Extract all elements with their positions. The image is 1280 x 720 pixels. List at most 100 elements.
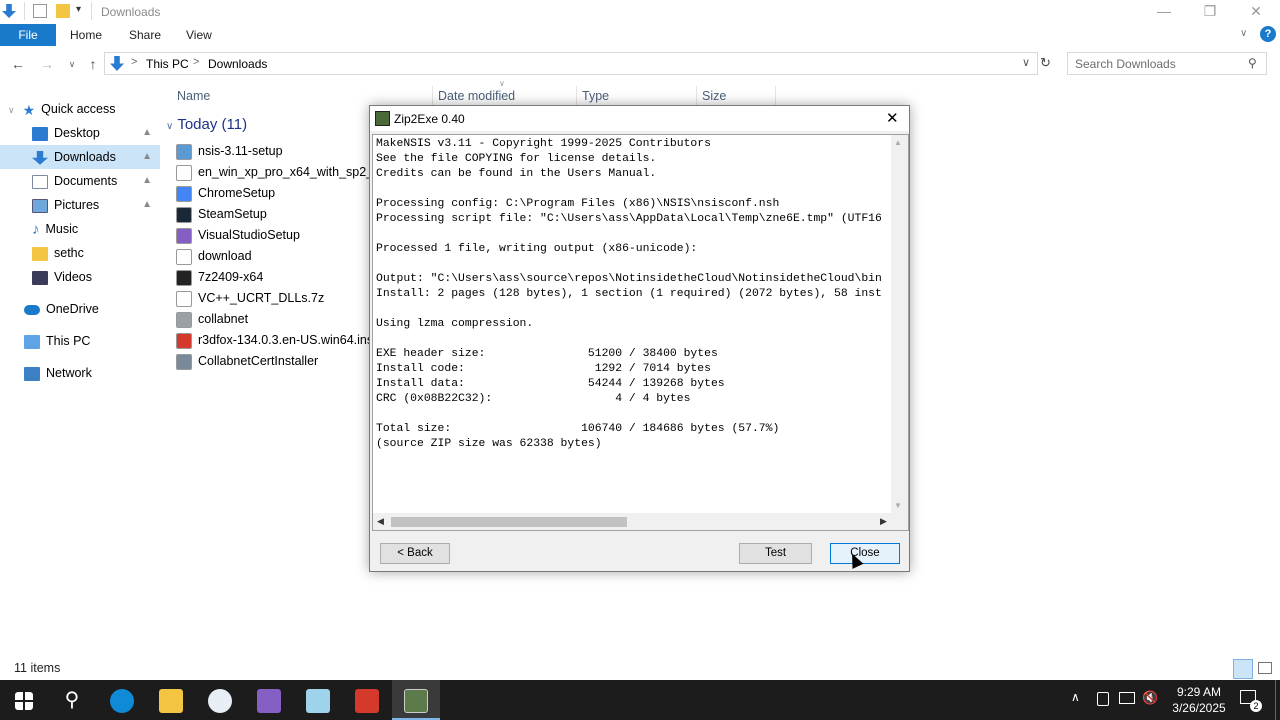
sidebar-item-network[interactable]: Network bbox=[0, 361, 160, 385]
file-row[interactable]: SteamSetup bbox=[176, 204, 370, 225]
file-row[interactable]: VisualStudioSetup bbox=[176, 225, 370, 246]
maximize-button[interactable]: ❐ bbox=[1187, 0, 1233, 24]
help-icon[interactable]: ? bbox=[1260, 26, 1276, 42]
forward-arrow-icon[interactable]: → bbox=[37, 54, 57, 74]
address-bar[interactable]: > This PC > Downloads ∨ bbox=[104, 52, 1038, 75]
edge-taskbar-button[interactable] bbox=[98, 680, 146, 720]
search-icon[interactable]: ⚲ bbox=[1248, 56, 1257, 70]
computer-icon bbox=[24, 334, 40, 349]
file-row[interactable]: VC++_UCRT_DLLs.7z bbox=[176, 288, 370, 309]
notepad-icon bbox=[306, 688, 330, 713]
close-button[interactable]: Close bbox=[830, 543, 900, 564]
vertical-scrollbar[interactable]: ▲ ▼ bbox=[891, 135, 908, 513]
search-input[interactable]: Search Downloads bbox=[1075, 57, 1176, 71]
steam-taskbar-button[interactable] bbox=[196, 680, 244, 720]
column-date-modified[interactable]: Date modified bbox=[438, 86, 515, 106]
start-button[interactable] bbox=[0, 680, 48, 720]
search-icon: ⚲ bbox=[64, 689, 80, 711]
desktop-icon bbox=[32, 126, 48, 141]
customize-qat-icon[interactable]: ▾ bbox=[76, 4, 81, 15]
minimize-button[interactable]: — bbox=[1141, 0, 1187, 24]
details-view-icon[interactable] bbox=[1233, 659, 1253, 679]
address-dropdown-icon[interactable]: ∨ bbox=[1022, 56, 1030, 69]
expand-ribbon-icon[interactable]: ∨ bbox=[1240, 28, 1247, 39]
scroll-up-icon[interactable]: ▲ bbox=[894, 138, 902, 147]
sidebar-item-music[interactable]: ♪ Music bbox=[0, 217, 160, 241]
volume-muted-icon[interactable]: 🔇 bbox=[1142, 690, 1158, 706]
dialog-close-icon[interactable]: ✕ bbox=[886, 109, 899, 127]
scroll-left-icon[interactable]: ◀ bbox=[377, 516, 384, 527]
sidebar-item-desktop[interactable]: Desktop ▲ bbox=[0, 121, 160, 145]
sidebar-item-this-pc[interactable]: This PC bbox=[0, 329, 160, 353]
collapse-chevron-icon[interactable]: ∨ bbox=[166, 121, 173, 132]
system-clock[interactable]: 9:29 AM 3/26/2025 bbox=[1164, 684, 1234, 716]
column-divider[interactable] bbox=[775, 86, 776, 106]
test-button[interactable]: Test bbox=[739, 543, 812, 564]
scroll-down-icon[interactable]: ▼ bbox=[894, 501, 902, 510]
properties-icon[interactable] bbox=[33, 4, 47, 18]
tab-home[interactable]: Home bbox=[60, 24, 112, 46]
horizontal-scrollbar[interactable]: ◀ ▶ bbox=[373, 513, 908, 530]
search-taskbar-button[interactable]: ⚲ bbox=[48, 680, 96, 720]
notepad-taskbar-button[interactable] bbox=[294, 680, 342, 720]
scroll-right-icon[interactable]: ▶ bbox=[880, 516, 887, 527]
sidebar-item-videos[interactable]: Videos bbox=[0, 265, 160, 289]
r3dfox-taskbar-button[interactable] bbox=[343, 680, 391, 720]
output-log[interactable]: MakeNSIS v3.11 - Copyright 1999-2025 Con… bbox=[372, 134, 909, 531]
breadcrumb-this-pc[interactable]: This PC bbox=[146, 57, 189, 71]
sidebar-item-onedrive[interactable]: OneDrive bbox=[0, 297, 160, 321]
file-row[interactable]: en_win_xp_pro_x64_with_sp2_vl_ bbox=[176, 162, 370, 183]
file-explorer-icon bbox=[159, 688, 183, 713]
breadcrumb-downloads[interactable]: Downloads bbox=[208, 57, 267, 71]
expand-chevron-icon[interactable]: ∨ bbox=[8, 105, 15, 115]
column-type[interactable]: Type bbox=[582, 86, 609, 106]
file-row[interactable]: nsis-3.11-setup bbox=[176, 141, 370, 162]
network-icon bbox=[24, 366, 40, 381]
log-text: MakeNSIS v3.11 - Copyright 1999-2025 Con… bbox=[376, 138, 882, 450]
recent-locations-icon[interactable]: ∨ bbox=[62, 54, 82, 74]
tab-file[interactable]: File bbox=[0, 24, 56, 46]
file-icon bbox=[176, 248, 192, 265]
visual-studio-taskbar-button[interactable] bbox=[245, 680, 293, 720]
show-desktop-button[interactable] bbox=[1275, 680, 1276, 720]
horizontal-scroll-thumb[interactable] bbox=[391, 517, 627, 527]
sidebar-item-downloads[interactable]: Downloads ▲ bbox=[0, 145, 160, 169]
file-row[interactable]: collabnet bbox=[176, 309, 370, 330]
file-row[interactable]: 7z2409-x64 bbox=[176, 267, 370, 288]
network-status-icon[interactable] bbox=[1119, 692, 1135, 704]
column-divider[interactable] bbox=[696, 86, 697, 106]
show-hidden-icons-icon[interactable]: ∧ bbox=[1071, 690, 1080, 704]
file-row[interactable]: ChromeSetup bbox=[176, 183, 370, 204]
column-divider[interactable] bbox=[576, 86, 577, 106]
file-explorer-taskbar-button[interactable] bbox=[147, 680, 195, 720]
dialog-titlebar[interactable]: Zip2Exe 0.40 ✕ bbox=[370, 106, 909, 131]
new-folder-icon[interactable] bbox=[56, 4, 70, 18]
back-arrow-icon[interactable]: ← bbox=[8, 54, 28, 74]
zip2exe-icon bbox=[404, 688, 428, 713]
column-size[interactable]: Size bbox=[702, 86, 726, 106]
zip2exe-taskbar-button[interactable] bbox=[392, 680, 440, 720]
tab-share[interactable]: Share bbox=[119, 24, 171, 46]
column-name[interactable]: Name bbox=[177, 86, 210, 106]
status-item-count: 11 items bbox=[14, 661, 61, 675]
sidebar-item-pictures[interactable]: Pictures ▲ bbox=[0, 193, 160, 217]
back-button[interactable]: < Back bbox=[380, 543, 450, 564]
device-icon[interactable] bbox=[1097, 692, 1109, 706]
group-header[interactable]: ∨ Today (11) bbox=[166, 116, 247, 133]
breadcrumb-separator[interactable]: > bbox=[193, 56, 199, 68]
file-row[interactable]: download bbox=[176, 246, 370, 267]
large-icons-view-icon[interactable] bbox=[1258, 662, 1272, 674]
sidebar-item-quick-access[interactable]: ∨ ★ Quick access bbox=[0, 97, 160, 121]
tab-view[interactable]: View bbox=[176, 24, 222, 46]
search-box[interactable]: Search Downloads ⚲ bbox=[1067, 52, 1267, 75]
sidebar-item-label: Documents bbox=[54, 174, 118, 188]
refresh-icon[interactable]: ↻ bbox=[1040, 55, 1051, 71]
up-arrow-icon[interactable]: ↑ bbox=[83, 54, 103, 74]
breadcrumb-separator[interactable]: > bbox=[131, 56, 137, 68]
sidebar-item-sethc[interactable]: sethc bbox=[0, 241, 160, 265]
column-divider[interactable] bbox=[432, 86, 433, 106]
sidebar-item-documents[interactable]: Documents ▲ bbox=[0, 169, 160, 193]
close-window-button[interactable]: ✕ bbox=[1233, 0, 1279, 24]
file-row[interactable]: r3dfox-134.0.3.en-US.win64.insta bbox=[176, 330, 370, 351]
file-row[interactable]: CollabnetCertInstaller bbox=[176, 351, 370, 372]
